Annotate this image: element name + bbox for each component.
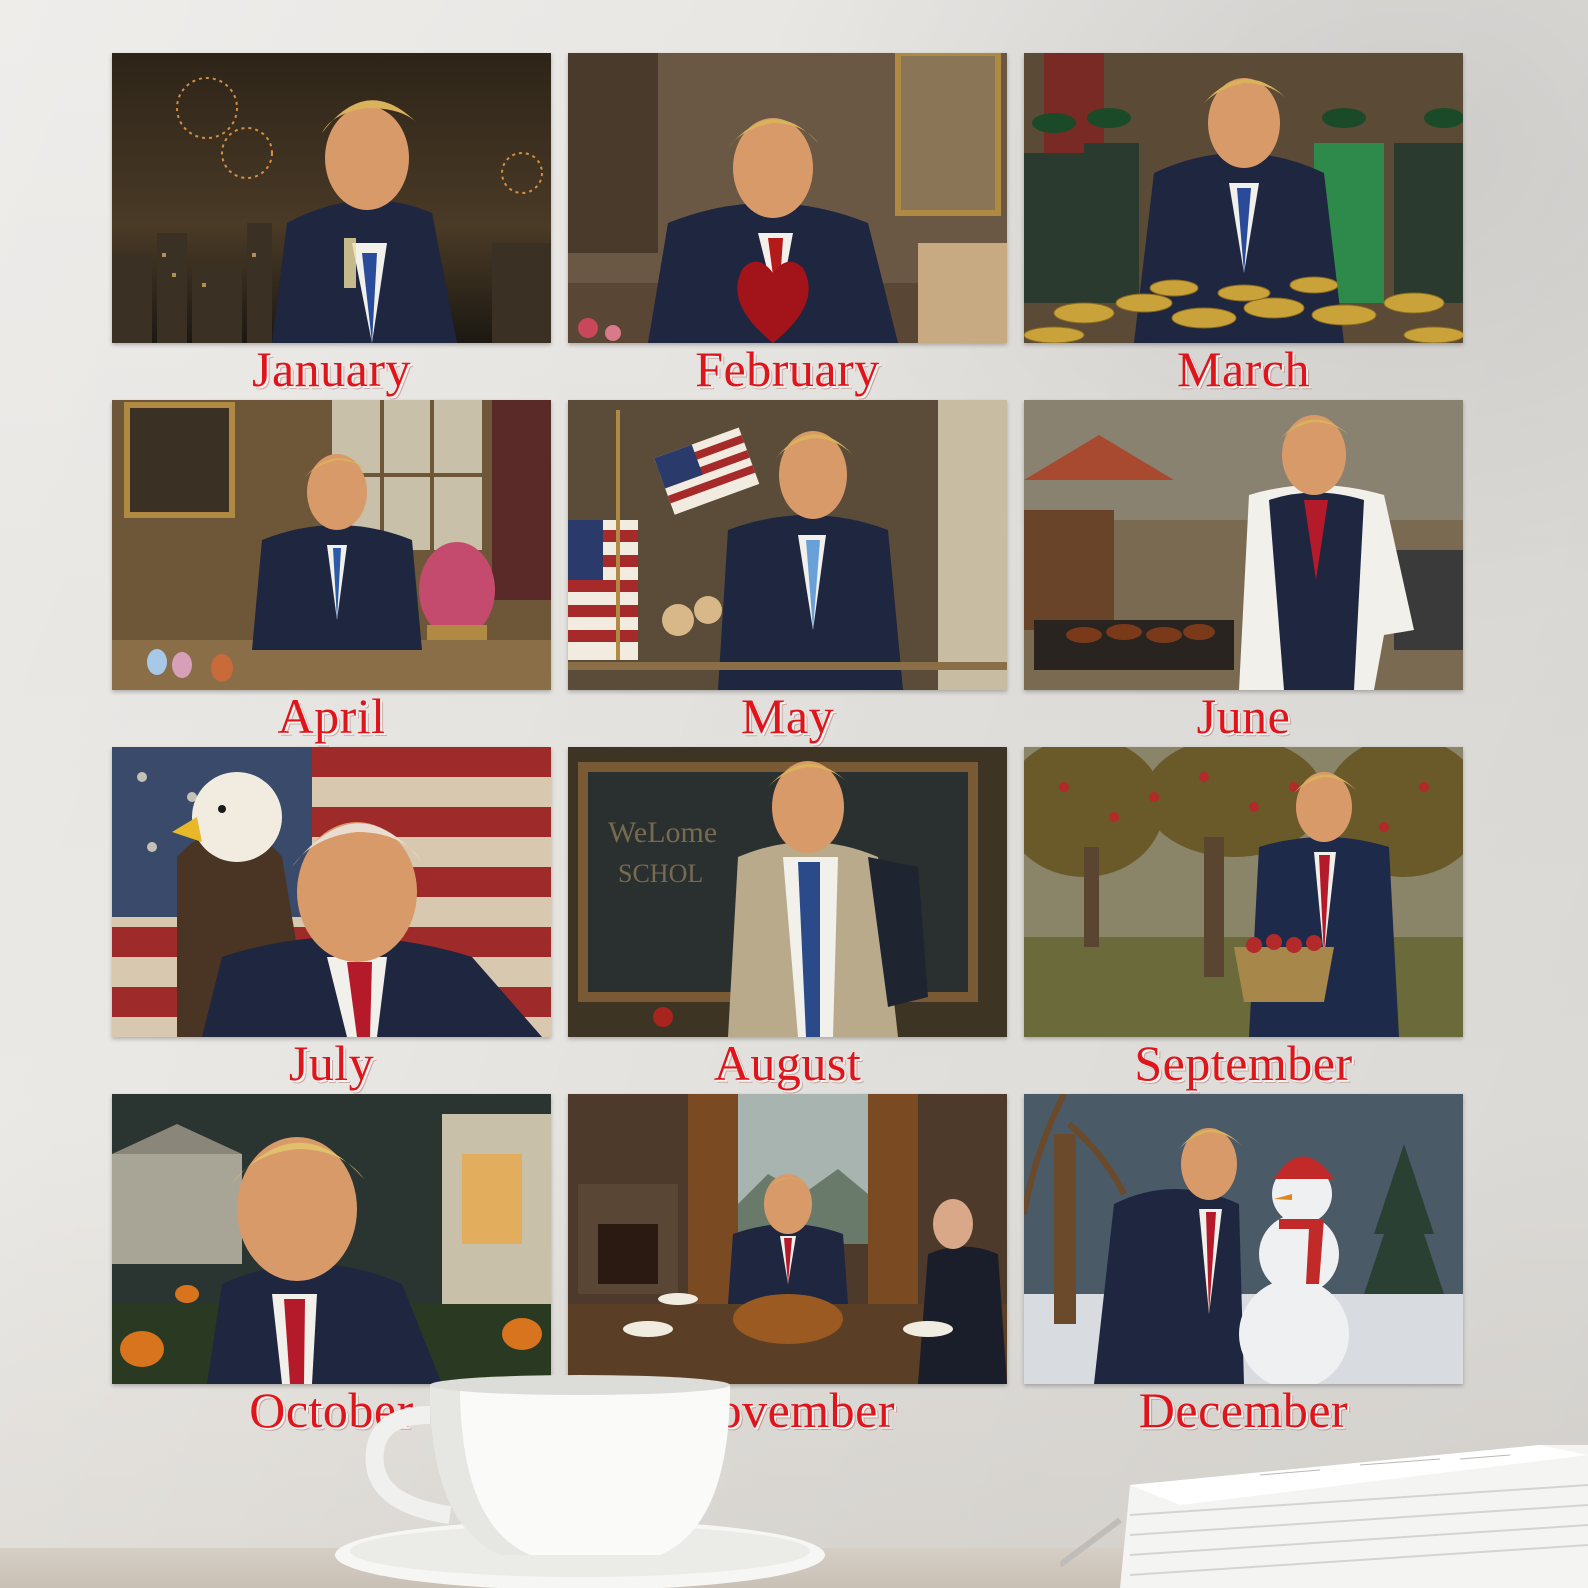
month-label-march: March	[1177, 341, 1310, 397]
month-image-august: WeLome SCHOL	[568, 747, 1007, 1037]
coffee-cup	[330, 1375, 830, 1588]
month-card-february: February	[568, 53, 1007, 401]
month-card-january: January	[112, 53, 551, 401]
svg-text:SCHOL: SCHOL	[618, 859, 703, 888]
month-card-may: May	[568, 400, 1007, 748]
month-image-november	[568, 1094, 1007, 1384]
notebook	[1060, 1445, 1588, 1588]
month-card-september: September	[1024, 747, 1463, 1095]
month-label-august: August	[713, 1035, 862, 1091]
month-label-january: January	[252, 341, 411, 397]
month-card-march: March	[1024, 53, 1463, 401]
month-image-january	[112, 53, 551, 343]
month-card-april: April	[112, 400, 551, 748]
month-label-june: June	[1196, 688, 1291, 744]
month-image-october	[112, 1094, 551, 1384]
month-image-june	[1024, 400, 1463, 690]
month-image-december	[1024, 1094, 1463, 1384]
month-label-july: July	[288, 1035, 375, 1091]
svg-text:WeLome: WeLome	[608, 816, 717, 849]
month-label-may: May	[740, 688, 835, 744]
month-image-may	[568, 400, 1007, 690]
month-image-march	[1024, 53, 1463, 343]
month-image-september	[1024, 747, 1463, 1037]
month-label-december: December	[1138, 1382, 1349, 1438]
month-card-july: July	[112, 747, 551, 1095]
month-label-april: April	[277, 688, 386, 744]
month-image-april	[112, 400, 551, 690]
month-label-september: September	[1134, 1035, 1353, 1091]
month-label-february: February	[695, 341, 880, 397]
month-card-august: WeLome SCHOL August	[568, 747, 1007, 1095]
month-card-december: December	[1024, 1094, 1463, 1442]
month-card-june: June	[1024, 400, 1463, 748]
month-image-july	[112, 747, 551, 1037]
month-image-february	[568, 53, 1007, 343]
